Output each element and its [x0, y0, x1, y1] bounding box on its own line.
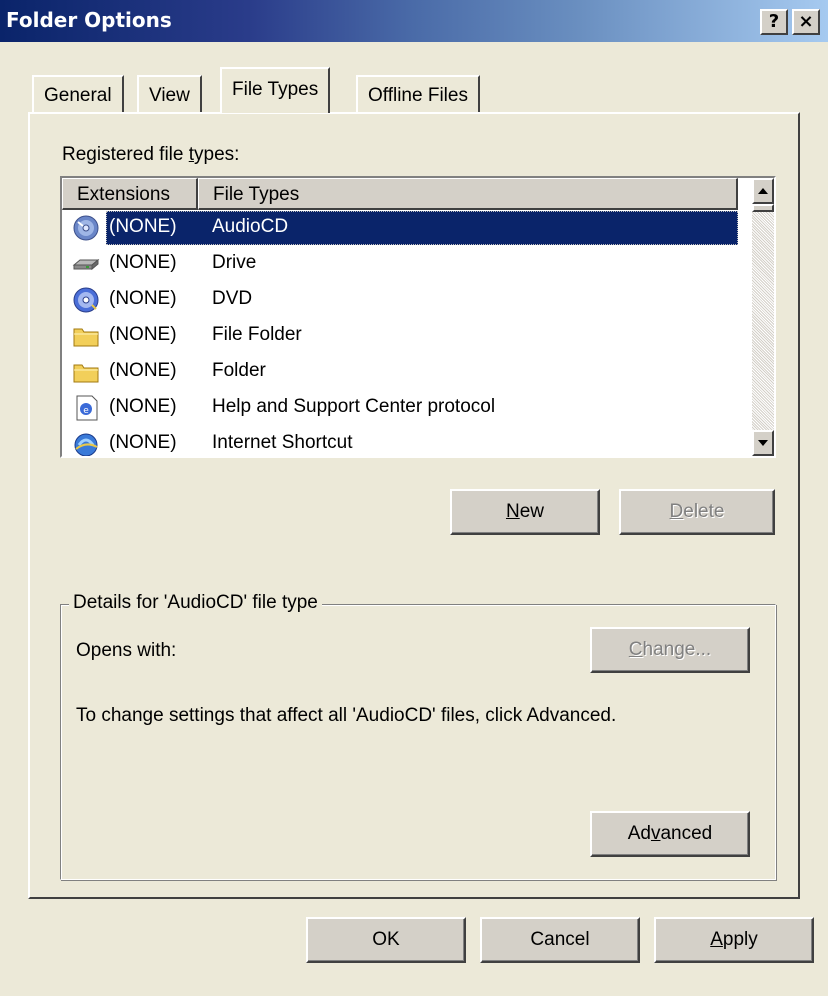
details-title: Details for 'AudioCD' file type: [69, 592, 322, 614]
scroll-up-button[interactable]: [752, 178, 774, 204]
cancel-button[interactable]: Cancel: [480, 917, 640, 963]
list-header: Extensions File Types: [62, 178, 738, 210]
scroll-thumb[interactable]: [752, 204, 774, 212]
row-file-type: Help and Support Center protocol: [212, 396, 496, 417]
column-header-extensions[interactable]: Extensions: [62, 178, 198, 210]
row-extension: (NONE): [109, 324, 177, 345]
tab-file-types-label: File Types: [232, 79, 319, 100]
scroll-down-button[interactable]: [752, 430, 774, 456]
list-item[interactable]: (NONE) Drive: [62, 247, 738, 283]
row-extension: (NONE): [109, 252, 177, 273]
dvd-icon: [73, 287, 99, 313]
ok-button[interactable]: OK: [306, 917, 466, 963]
help-support-icon: e: [76, 395, 98, 421]
file-types-list[interactable]: Extensions File Types (NONE) AudioCD (NO…: [60, 176, 776, 458]
selection-highlight: [106, 211, 738, 245]
list-item[interactable]: e (NONE) Help and Support Center protoco…: [62, 391, 738, 427]
row-file-type: File Folder: [212, 324, 302, 345]
help-button[interactable]: ?: [760, 9, 788, 35]
list-item[interactable]: (NONE) AudioCD: [62, 211, 738, 247]
folder-options-dialog: Folder Options ? × General View Offline …: [0, 0, 828, 996]
column-header-file-types[interactable]: File Types: [198, 178, 738, 210]
file-folder-icon: [73, 328, 99, 347]
change-button[interactable]: Change...: [590, 627, 750, 673]
new-button[interactable]: New: [450, 489, 600, 535]
drive-icon: [72, 258, 100, 271]
arrow-up-icon: [758, 188, 768, 194]
registered-file-types-label: Registered file types:: [62, 144, 240, 165]
row-extension: (NONE): [109, 396, 177, 417]
window-title: Folder Options: [6, 8, 172, 32]
list-item[interactable]: (NONE) Internet Shortcut: [62, 427, 738, 456]
tab-general[interactable]: General: [32, 75, 124, 113]
row-extension: (NONE): [109, 288, 177, 309]
opens-with-label: Opens with:: [76, 640, 177, 661]
tab-view-label: View: [149, 85, 190, 106]
delete-button[interactable]: Delete: [619, 489, 775, 535]
tab-offline-files[interactable]: Offline Files: [356, 75, 480, 113]
row-extension: (NONE): [109, 360, 177, 381]
tab-general-label: General: [44, 85, 112, 106]
tab-offline-files-label: Offline Files: [368, 85, 468, 106]
list-item[interactable]: (NONE) DVD: [62, 283, 738, 319]
list-item[interactable]: (NONE) Folder: [62, 355, 738, 391]
list-item[interactable]: (NONE) File Folder: [62, 319, 738, 355]
tab-file-types[interactable]: File Types: [220, 67, 331, 113]
close-button[interactable]: ×: [792, 9, 820, 35]
advanced-info-text: To change settings that affect all 'Audi…: [76, 705, 617, 726]
row-file-type: Internet Shortcut: [212, 432, 353, 453]
row-file-type: DVD: [212, 288, 253, 309]
internet-shortcut-icon: [74, 433, 98, 456]
row-extension: (NONE): [109, 432, 177, 453]
row-file-type: AudioCD: [212, 216, 289, 237]
apply-button[interactable]: Apply: [654, 917, 814, 963]
list-scrollbar[interactable]: [752, 178, 774, 456]
row-extension: (NONE): [109, 216, 177, 237]
row-file-type: Drive: [212, 252, 257, 273]
audio-cd-icon: [73, 215, 99, 241]
folder-icon: [73, 364, 99, 383]
tab-view[interactable]: View: [137, 75, 202, 113]
row-file-type: Folder: [212, 360, 266, 381]
advanced-button[interactable]: Advanced: [590, 811, 750, 857]
svg-text:e: e: [83, 406, 89, 416]
title-bar[interactable]: Folder Options ? ×: [0, 0, 828, 42]
arrow-down-icon: [758, 440, 768, 446]
